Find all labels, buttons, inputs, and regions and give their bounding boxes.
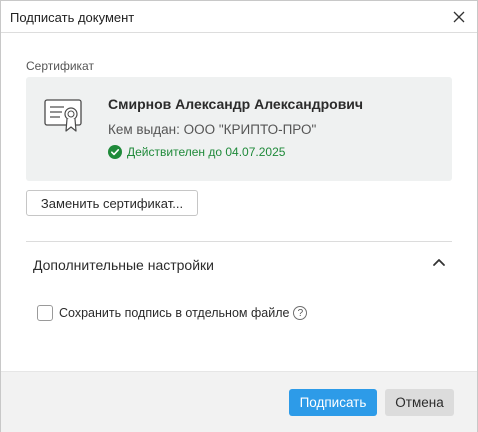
advanced-settings-title: Дополнительные настройки bbox=[33, 257, 214, 273]
certificate-owner: Смирнов Александр Александрович bbox=[108, 96, 364, 112]
close-button[interactable] bbox=[448, 6, 470, 28]
cancel-button[interactable]: Отмена bbox=[385, 389, 454, 416]
dialog-footer: Подписать Отмена bbox=[1, 371, 477, 432]
sign-button[interactable]: Подписать bbox=[289, 389, 377, 416]
save-separate-checkbox[interactable] bbox=[37, 305, 53, 321]
sign-document-dialog: Подписать документ Сертификат Смирнов Ал… bbox=[0, 0, 478, 432]
replace-certificate-button[interactable]: Заменить сертификат... bbox=[26, 190, 198, 216]
certificate-status-text: Действителен до 04.07.2025 bbox=[127, 145, 286, 159]
certificate-section-label: Сертификат bbox=[26, 59, 94, 73]
title-bar: Подписать документ bbox=[1, 1, 477, 33]
save-separate-option: Сохранить подпись в отдельном файле ? bbox=[37, 305, 308, 321]
certificate-card: Смирнов Александр Александрович Кем выда… bbox=[26, 77, 452, 181]
section-divider bbox=[26, 241, 452, 242]
help-circle-icon[interactable]: ? bbox=[293, 306, 308, 320]
save-separate-label[interactable]: Сохранить подпись в отдельном файле bbox=[59, 306, 289, 320]
advanced-settings-toggle[interactable]: Дополнительные настройки bbox=[26, 247, 452, 281]
close-icon bbox=[453, 11, 465, 23]
check-circle-icon bbox=[108, 145, 122, 159]
dialog-title: Подписать документ bbox=[10, 10, 135, 25]
certificate-icon bbox=[44, 99, 82, 132]
chevron-up-icon bbox=[433, 259, 445, 266]
certificate-status: Действителен до 04.07.2025 bbox=[108, 145, 285, 159]
certificate-issuer: Кем выдан: ООО "КРИПТО-ПРО" bbox=[108, 122, 317, 137]
